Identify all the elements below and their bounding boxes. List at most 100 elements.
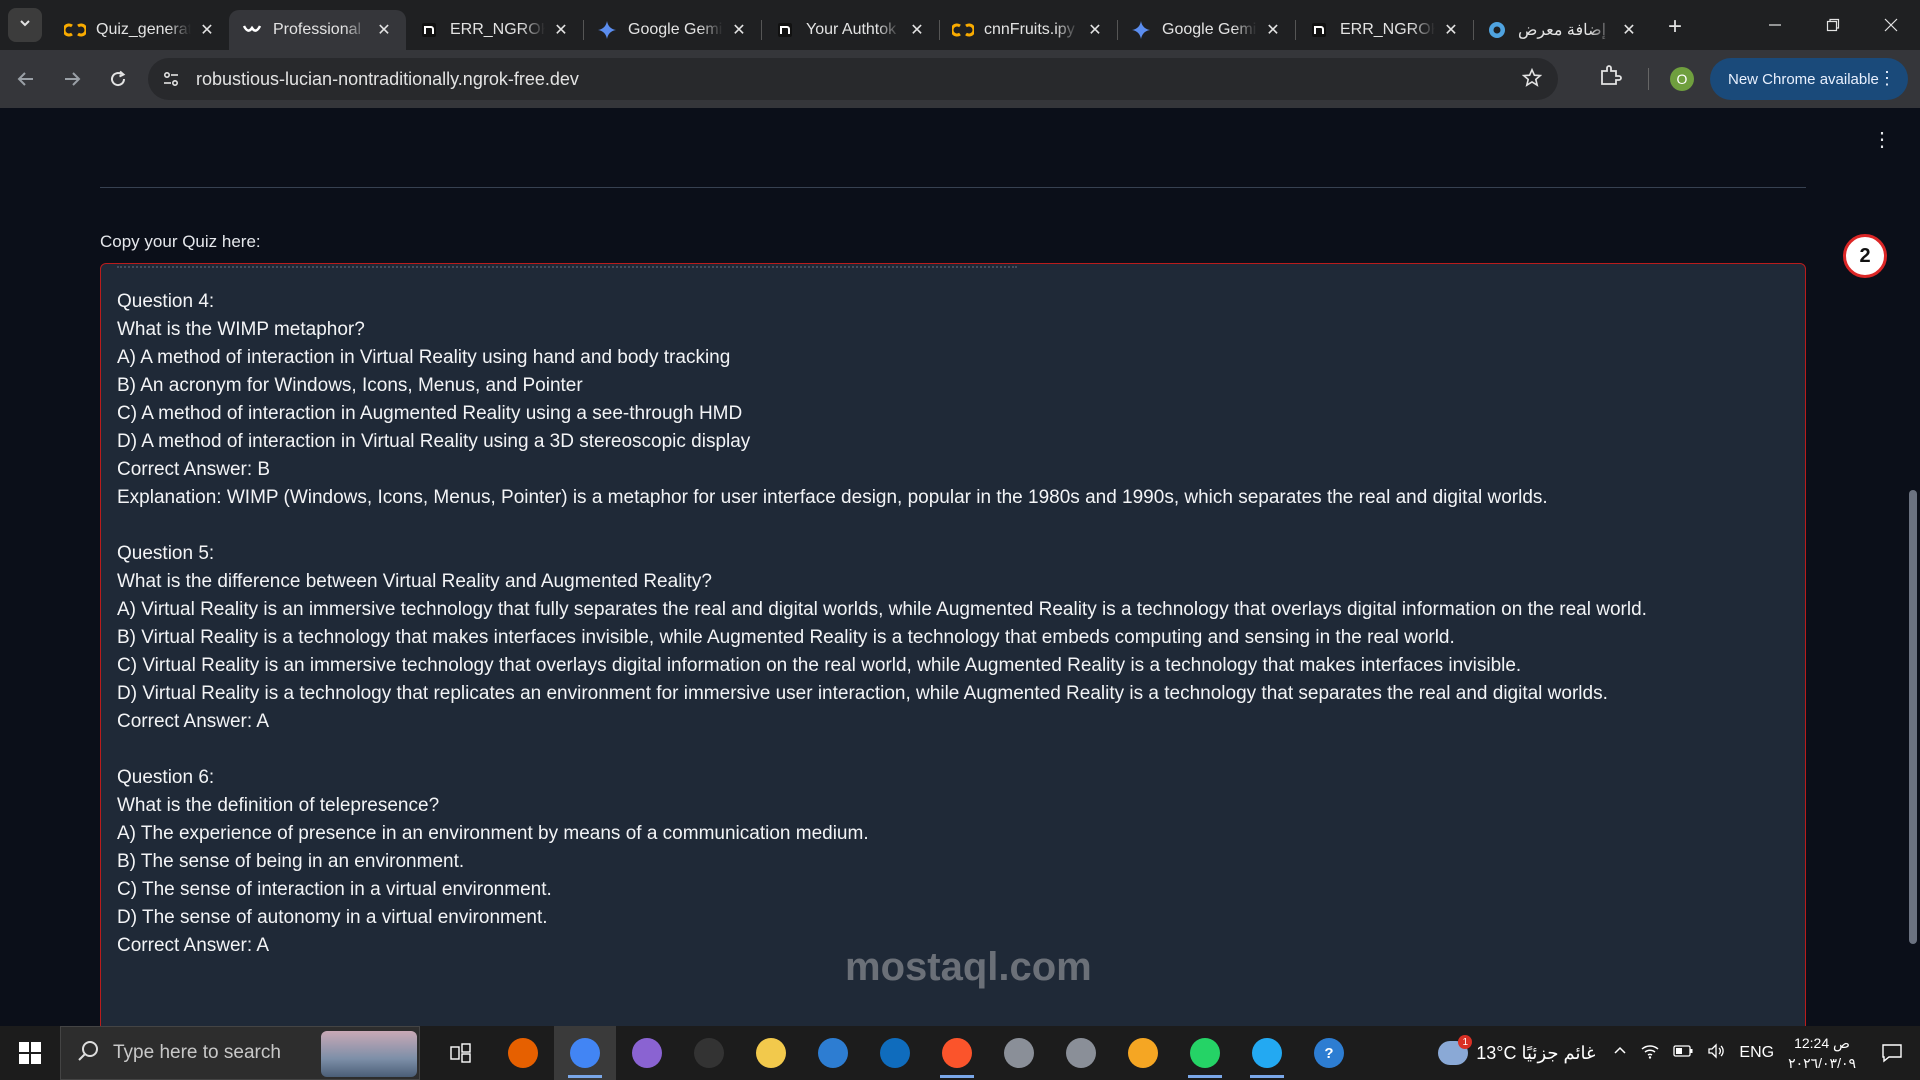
colab-icon [64,19,86,41]
tab-5[interactable]: cnnFruits.ipy ✕ [940,10,1117,50]
tab-title: إضافة معرض [1518,22,1607,39]
clipped-text-line [117,264,1017,268]
language-indicator[interactable]: ENG [1739,1044,1774,1062]
tab-title: Your Authtok [806,21,897,38]
toolbar-divider [1648,68,1649,90]
taskbar-app-13[interactable] [1236,1026,1298,1080]
close-tab-icon[interactable]: ✕ [1085,20,1105,40]
section-divider [100,187,1806,188]
tab-2[interactable]: ERR_NGROK_ ✕ [406,10,583,50]
tray-icons: ENG [1613,1042,1774,1064]
close-tab-icon[interactable]: ✕ [551,20,571,40]
taskbar-app-1[interactable] [492,1026,554,1080]
taskbar-app-0[interactable] [430,1026,492,1080]
reload-button[interactable] [98,59,138,99]
taskbar-app-3[interactable] [616,1026,678,1080]
reload-icon [111,70,126,87]
tab-4[interactable]: Your Authtok ✕ [762,10,939,50]
colab-icon [952,19,974,41]
taskbar-app-6[interactable] [802,1026,864,1080]
taskbar-app-4[interactable] [678,1026,740,1080]
window-controls [1746,0,1920,50]
tab-7[interactable]: ERR_NGROK ✕ [1296,10,1473,50]
terminal-icon [694,1038,724,1068]
tab-6[interactable]: Google Gemi ✕ [1118,10,1295,50]
app-icon-2 [1066,1038,1096,1068]
tab-8[interactable]: إضافة معرض ✕ [1474,10,1651,50]
taskbar-app-5[interactable] [740,1026,802,1080]
page-scrollbar[interactable] [1904,108,1920,1026]
quiz-field-label: Copy your Quiz here: [100,232,261,251]
extensions-icon[interactable] [1598,63,1622,92]
close-tab-icon[interactable]: ✕ [1619,20,1639,40]
taskbar-search-box[interactable]: Type here to search [60,1026,420,1080]
close-tab-icon[interactable]: ✕ [1441,20,1461,40]
notifications-icon[interactable] [1872,1043,1912,1063]
tab-0[interactable]: Quiz_generat ✕ [52,10,229,50]
taskbar-app-10[interactable] [1050,1026,1112,1080]
weather-widget[interactable]: 13°C غائم جزئيًا [1438,1035,1596,1065]
taskbar-app-8[interactable] [926,1026,988,1080]
close-tab-icon[interactable]: ✕ [1263,20,1283,40]
screen: Quiz_generat✕Professional✕ERR_NGROK_✕Goo… [0,0,1920,1080]
scrollbar-thumb[interactable] [1909,490,1917,944]
system-tray: 13°C غائم جزئيًا ENG 12:24 ص ٢٠٢ [1438,1026,1920,1080]
watermark: mostaql.com [845,945,1092,989]
brave-icon [942,1038,972,1068]
close-window-button[interactable] [1862,0,1920,50]
bookmark-star-icon[interactable] [1521,67,1543,93]
new-tab-button[interactable]: + [1659,11,1691,43]
restore-button[interactable] [1804,0,1862,50]
app-icon-1 [1004,1038,1034,1068]
taskbar-app-11[interactable] [1112,1026,1174,1080]
tab-title: ERR_NGROK_ [450,21,545,38]
tab-title: Google Gemi [628,21,723,38]
close-tab-icon[interactable]: ✕ [374,20,394,40]
tab-3[interactable]: Google Gemi ✕ [584,10,761,50]
taskbar-app-2[interactable] [554,1026,616,1080]
wifi-icon[interactable] [1641,1043,1659,1064]
ngrok-icon [774,19,796,41]
gemini-icon [1130,19,1152,41]
page-menu-icon[interactable]: ⋮ [1872,130,1892,150]
search-placeholder: Type here to search [113,1042,281,1063]
chevron-down-icon [18,16,32,35]
task-view-icon [446,1038,476,1068]
weather-cloud-icon [1438,1035,1473,1065]
windows-icon [19,1042,41,1064]
tab-strip: Quiz_generat✕Professional✕ERR_NGROK_✕Goo… [0,0,1920,50]
back-button[interactable] [6,59,46,99]
gemini-icon [596,19,618,41]
taskbar-app-9[interactable] [988,1026,1050,1080]
taskbar-app-12[interactable] [1174,1026,1236,1080]
weather-text: 13°C غائم جزئيًا [1476,1042,1596,1063]
notification-badge[interactable]: 2 [1843,234,1887,278]
close-tab-icon[interactable]: ✕ [907,20,927,40]
file-explorer-icon [756,1038,786,1068]
start-button[interactable] [0,1026,60,1080]
tab-search-button[interactable] [8,8,42,42]
vscode-icon [1252,1038,1282,1068]
new-chrome-available-button[interactable]: New Chrome available ⋮ [1710,58,1908,100]
url-text: robustious-lucian-nontraditionally.ngrok… [196,68,579,89]
clock[interactable]: 12:24 ص ٢٠٢٦/٠٣/٠٩ [1788,1033,1856,1073]
store-icon [818,1038,848,1068]
close-tab-icon[interactable]: ✕ [729,20,749,40]
firefox-icon [508,1038,538,1068]
chevron-up-icon[interactable] [1613,1044,1627,1063]
minimize-button[interactable] [1746,0,1804,50]
volume-icon[interactable] [1707,1042,1725,1064]
search-highlight-image [321,1031,417,1077]
taskbar-app-7[interactable] [864,1026,926,1080]
taskbar-apps: ? [430,1026,1360,1080]
whatsapp-icon [1190,1038,1220,1068]
site-info-icon[interactable] [156,64,186,94]
forward-button[interactable] [52,59,92,99]
tab-1[interactable]: Professional ✕ [229,10,406,50]
tab-title: Professional [273,21,362,38]
battery-icon[interactable] [1673,1044,1693,1062]
profile-avatar[interactable]: O [1670,67,1694,91]
address-bar[interactable]: robustious-lucian-nontraditionally.ngrok… [148,58,1558,100]
taskbar-app-14[interactable]: ? [1298,1026,1360,1080]
close-tab-icon[interactable]: ✕ [197,20,217,40]
